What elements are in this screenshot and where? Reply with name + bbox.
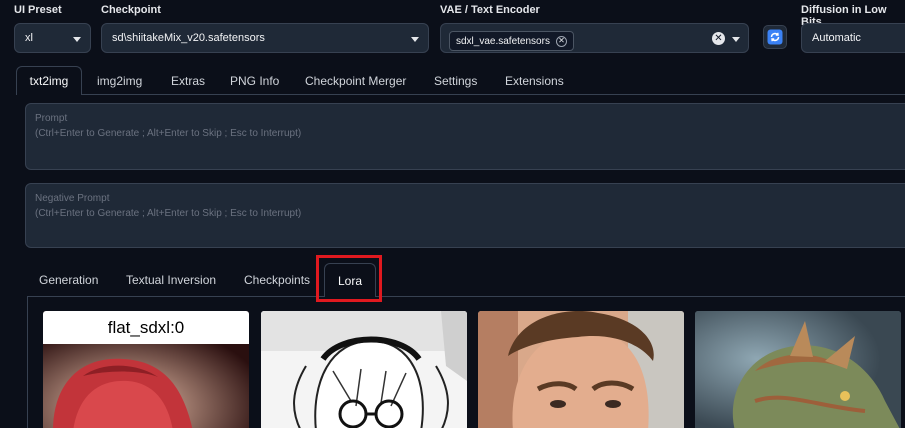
tab-extensions[interactable]: Extensions	[505, 74, 564, 88]
tab-checkpoints[interactable]: Checkpoints	[244, 273, 310, 287]
tabs-divider	[16, 94, 905, 95]
vae-multiselect[interactable]: sdxl_vae.safetensors ✕ ✕	[440, 23, 749, 53]
tab-txt2img[interactable]: txt2img	[16, 66, 82, 95]
lora-card[interactable]	[261, 311, 467, 428]
checkpoint-value: sd\shiitakeMix_v20.safetensors	[112, 32, 265, 44]
checkpoint-label: Checkpoint	[101, 4, 161, 16]
manga-glasses-girl-thumbnail	[261, 311, 467, 428]
vae-chip-label: sdxl_vae.safetensors	[456, 35, 550, 47]
highlight-box	[316, 255, 382, 302]
refresh-icon	[767, 29, 783, 45]
prompt-title: Prompt	[35, 113, 68, 124]
chip-remove-icon[interactable]: ✕	[555, 35, 567, 47]
checkpoint-dropdown[interactable]: sd\shiitakeMix_v20.safetensors	[101, 23, 429, 53]
chevron-down-icon	[732, 37, 740, 42]
tab-checkpoint-merger[interactable]: Checkpoint Merger	[305, 74, 406, 88]
tab-settings[interactable]: Settings	[434, 74, 477, 88]
lora-card[interactable]: flat_sdxl:0	[43, 311, 249, 428]
refresh-button[interactable]	[763, 25, 787, 49]
negative-prompt-title: Negative Prompt	[35, 193, 110, 204]
lora-card[interactable]	[478, 311, 684, 428]
clear-icon[interactable]: ✕	[712, 32, 725, 45]
vae-chip[interactable]: sdxl_vae.safetensors ✕	[449, 31, 574, 51]
tab-generation[interactable]: Generation	[39, 273, 98, 287]
man-portrait-thumbnail	[478, 311, 684, 428]
chevron-down-icon	[73, 37, 81, 42]
vae-label: VAE / Text Encoder	[440, 4, 540, 16]
prompt-input[interactable]: Prompt (Ctrl+Enter to Generate ; Alt+Ent…	[25, 103, 905, 170]
chevron-down-icon	[411, 37, 419, 42]
negative-prompt-input[interactable]: Negative Prompt (Ctrl+Enter to Generate …	[25, 183, 905, 248]
diffusion-value: Automatic	[812, 32, 861, 44]
tab-png-info[interactable]: PNG Info	[230, 74, 279, 88]
tab-extras[interactable]: Extras	[171, 74, 205, 88]
negative-prompt-placeholder: (Ctrl+Enter to Generate ; Alt+Enter to S…	[35, 208, 302, 219]
prompt-placeholder: (Ctrl+Enter to Generate ; Alt+Enter to S…	[35, 128, 302, 139]
tab-img2img[interactable]: img2img	[97, 74, 142, 88]
lora-card[interactable]	[695, 311, 901, 428]
card-caption: flat_sdxl:0	[43, 311, 249, 344]
ui-preset-value: xl	[25, 32, 33, 44]
tab-textual-inversion[interactable]: Textual Inversion	[126, 273, 216, 287]
dragon-thumbnail	[695, 311, 901, 428]
ui-preset-label: UI Preset	[14, 4, 62, 16]
diffusion-dropdown[interactable]: Automatic	[801, 23, 905, 53]
ui-preset-dropdown[interactable]: xl	[14, 23, 91, 53]
